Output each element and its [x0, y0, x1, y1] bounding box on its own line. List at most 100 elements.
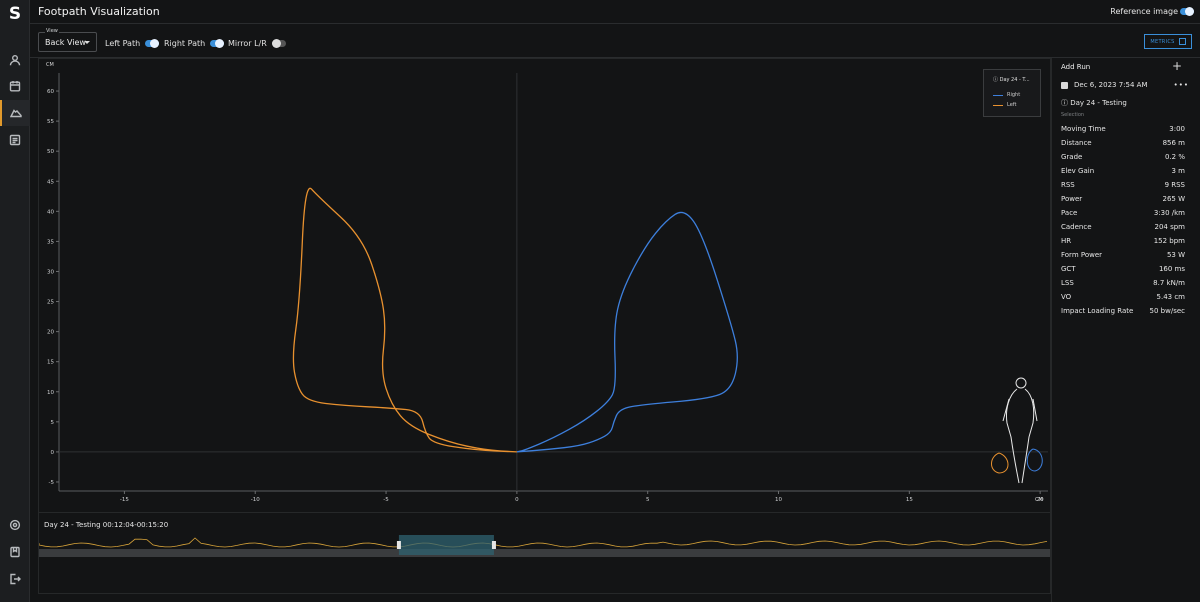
runner-figure-stroke [1015, 377, 1027, 389]
metric-label: Pace [1061, 209, 1078, 217]
mirror-control: Mirror L/R [228, 39, 286, 48]
metrics-list: Moving Time 3:00 Distance 856 m Grade 0.2 % El… [1061, 125, 1185, 321]
metric-value: 3 m [1171, 167, 1186, 175]
y-tick-label: 20 [47, 330, 54, 336]
nav-logout-button[interactable] [0, 566, 30, 592]
metric-label: Impact Loading Rate [1061, 307, 1134, 315]
user-icon [9, 55, 21, 66]
y-tick-label: 30 [47, 269, 54, 275]
metric-value: 9 RSS [1164, 181, 1185, 189]
metric-value: 0.2 % [1164, 153, 1185, 161]
app-header: Footpath Visualization Reference image [30, 0, 1200, 24]
y-tick-label: 5 [51, 420, 55, 426]
reference-runner-figure [991, 377, 1043, 484]
mirror-toggle[interactable] [271, 39, 286, 48]
metric-label: VO [1061, 293, 1072, 301]
reference-image-label: Reference image [1110, 7, 1178, 16]
metric-row: VO 5.43 cm [1061, 293, 1185, 307]
bookmark-icon [10, 546, 20, 558]
metric-value: 204 spm [1154, 223, 1186, 231]
view-toolbar: View Back View Left Path Right Path Mirr… [30, 24, 1200, 58]
metric-value: 265 W [1162, 195, 1185, 203]
timeline-overview[interactable] [39, 533, 1050, 573]
y-tick-label: 50 [47, 149, 54, 155]
y-tick-label: 0 [51, 450, 55, 456]
metric-label: Grade [1061, 153, 1083, 161]
reference-image-toggle[interactable] [1180, 7, 1194, 16]
app-logo[interactable]: S [5, 4, 25, 24]
y-tick-label: 10 [47, 390, 54, 396]
legend-right-label: Right [1007, 92, 1021, 98]
run-checkbox[interactable] [1061, 81, 1068, 89]
y-tick-label: -5 [49, 480, 55, 486]
y-tick-label: 60 [47, 89, 54, 95]
right-path-toggle[interactable] [210, 39, 225, 48]
timeline-panel: Day 24 - Testing 00:12:04-00:15:20 [38, 513, 1051, 594]
footpath-left [292, 187, 517, 453]
view-select-caption: View [45, 28, 59, 34]
view-select[interactable]: View Back View [38, 28, 97, 52]
metric-label: Power [1061, 195, 1083, 203]
nav-bookmark-button[interactable] [0, 539, 30, 565]
left-path-toggle[interactable] [145, 39, 160, 48]
metric-label: HR [1061, 237, 1072, 245]
nav-settings-button[interactable] [0, 512, 30, 538]
x-tick-label: -10 [251, 497, 260, 503]
metric-row: RSS 9 RSS [1061, 181, 1185, 195]
metric-value: 8.7 kN/m [1153, 279, 1185, 287]
legend-right-swatch [993, 94, 1003, 96]
right-path-control: Right Path [164, 39, 225, 48]
metric-row: Elev Gain 3 m [1061, 167, 1185, 181]
left-path-control: Left Path [105, 39, 160, 48]
left-path-label: Left Path [105, 39, 141, 48]
metric-label: GCT [1061, 265, 1076, 273]
run-menu-button[interactable]: ••• [1174, 81, 1189, 89]
nav-footpath-button[interactable] [0, 100, 30, 126]
y-tick-label: 15 [47, 360, 54, 366]
timeline-handle-end[interactable] [491, 541, 496, 549]
nav-calendar-button[interactable] [0, 73, 30, 99]
metrics-panel: Add Run + Dec 6, 2023 7:54 AM ••• ⓘ Day … [1051, 58, 1200, 602]
metric-label: Moving Time [1061, 125, 1106, 133]
metric-value: 5.43 cm [1156, 293, 1185, 301]
metric-value: 152 bpm [1153, 237, 1185, 245]
metric-row: Form Power 53 W [1061, 251, 1185, 265]
legend-title: ⓘ Day 24 - T... [993, 77, 1030, 83]
run-date: Dec 6, 2023 7:54 AM [1074, 81, 1148, 89]
runner-figure-stroke [991, 452, 1009, 474]
timeline-selection[interactable] [398, 535, 494, 555]
run-entry: Dec 6, 2023 7:54 AM ••• [1061, 81, 1189, 89]
report-icon [9, 134, 21, 146]
y-tick-label: 35 [47, 239, 54, 245]
metric-label: Distance [1061, 139, 1092, 147]
metric-value: 3:30 /km [1153, 209, 1185, 217]
metric-value: 3:00 [1169, 125, 1185, 133]
metric-row: Impact Loading Rate 50 bw/sec [1061, 307, 1185, 321]
metric-label: RSS [1061, 181, 1075, 189]
page-title: Footpath Visualization [38, 5, 160, 18]
metric-row: Grade 0.2 % [1061, 153, 1185, 167]
legend-left: Left [993, 102, 1016, 108]
shoe-icon [10, 109, 22, 118]
legend-right: Right [993, 92, 1020, 98]
metric-row: Pace 3:30 /km [1061, 209, 1185, 223]
y-tick-label: 55 [47, 119, 54, 125]
metric-label: Cadence [1061, 223, 1092, 231]
mirror-label: Mirror L/R [228, 39, 267, 48]
timeline-handle-start[interactable] [396, 541, 401, 549]
x-tick-label: 0 [515, 497, 519, 503]
nav-report-button[interactable] [0, 127, 30, 153]
footpath-chart: CM CM -5 0 5 10 15 20 25 30 35 40 45 50 55 60 -15 -10 -5… [38, 58, 1051, 513]
metric-row: Moving Time 3:00 [1061, 125, 1185, 139]
metrics-button[interactable]: METRICS [1144, 34, 1192, 49]
x-tick-label: 10 [775, 497, 782, 503]
right-path-label: Right Path [164, 39, 206, 48]
chart-legend: ⓘ Day 24 - T... Right Left [983, 69, 1041, 117]
nav-profile-button[interactable] [0, 47, 30, 73]
expand-icon [1178, 38, 1186, 45]
add-run-button[interactable]: + [1172, 59, 1182, 73]
timeline-title: Day 24 - Testing 00:12:04-00:15:20 [44, 521, 169, 529]
metric-value: 856 m [1162, 139, 1185, 147]
metric-row: Cadence 204 spm [1061, 223, 1185, 237]
x-tick-label: 5 [646, 497, 650, 503]
